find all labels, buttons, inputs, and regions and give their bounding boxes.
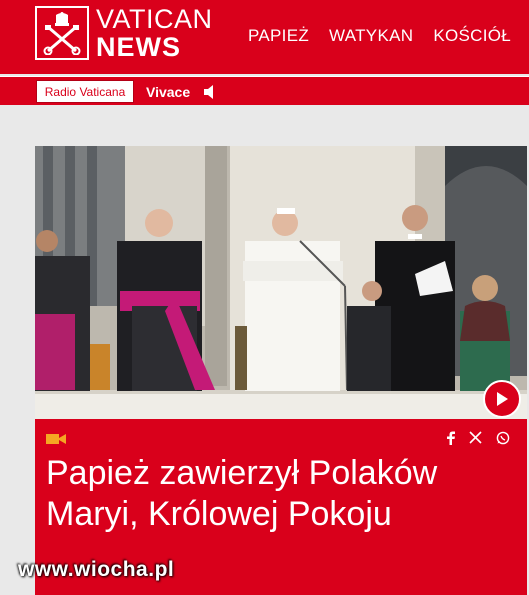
article-headline[interactable]: Papież zawierzył Polaków Maryi, Królowej…	[46, 453, 516, 535]
whatsapp-icon[interactable]	[496, 431, 510, 448]
radio-channel-label: Vivace	[146, 84, 191, 100]
speaker-icon[interactable]	[203, 84, 217, 105]
papal-keys-icon	[35, 6, 89, 60]
x-icon[interactable]	[469, 431, 482, 448]
nav-item-kosciol[interactable]: KOŚCIÓŁ	[433, 26, 511, 46]
article-photo[interactable]	[35, 146, 527, 419]
logo-text-news: NEWS	[96, 31, 181, 62]
facebook-icon[interactable]	[446, 431, 455, 448]
main-nav: PAPIEŻ WATYKAN KOŚCIÓŁ	[248, 26, 511, 46]
logo-text-vatican: VATICAN	[96, 3, 213, 34]
nav-item-watykan[interactable]: WATYKAN	[329, 26, 413, 46]
watermark: www.wiocha.pl	[18, 558, 175, 581]
play-button[interactable]	[483, 380, 521, 418]
site-header: VATICAN NEWS PAPIEŻ WATYKAN KOŚCIÓŁ	[0, 0, 529, 74]
vatican-news-logo[interactable]: VATICAN NEWS	[35, 4, 215, 62]
radio-bar: Radio Vaticana Vivace	[0, 76, 529, 105]
nav-item-papiez[interactable]: PAPIEŻ	[248, 26, 309, 46]
video-camera-icon	[46, 432, 66, 450]
share-bar	[446, 431, 510, 448]
radio-station-button[interactable]: Radio Vaticana	[36, 80, 134, 103]
